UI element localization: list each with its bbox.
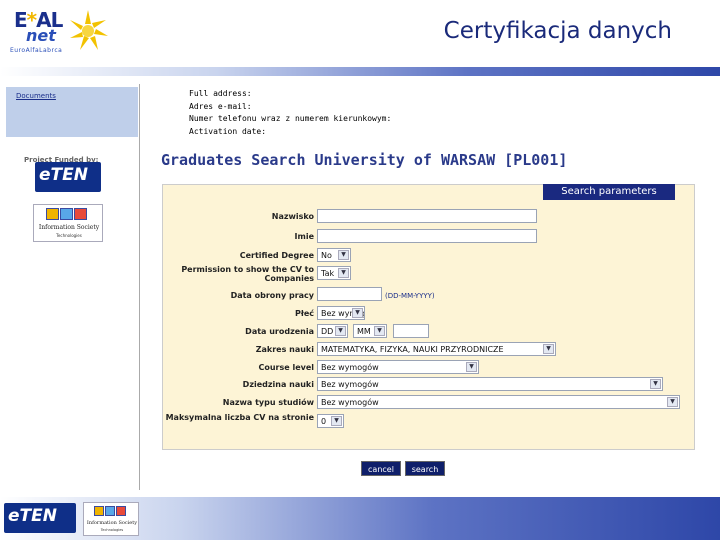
birth-month-select[interactable]: MM ▼ xyxy=(353,324,387,338)
birth-year-input[interactable] xyxy=(393,324,429,338)
sidebar-nav-panel: Documents xyxy=(6,87,138,137)
search-button[interactable]: search xyxy=(405,461,445,476)
column-divider xyxy=(139,84,140,490)
logo-subtitle: EuroAlfaLabrca xyxy=(10,47,63,54)
permission-select[interactable]: Tak ▼ xyxy=(317,266,351,280)
chevron-down-icon: ▼ xyxy=(352,308,363,318)
plec-select[interactable]: Bez wymogów▼ xyxy=(317,306,365,320)
chevron-down-icon: ▼ xyxy=(374,326,385,336)
chevron-down-icon: ▼ xyxy=(667,397,678,407)
activation-date-label: Activation date: xyxy=(189,126,267,136)
results-heading: Graduates Search University of WARSAW [P… xyxy=(161,151,568,169)
information-society-logo: Information Society Technologies xyxy=(33,204,103,242)
chevron-down-icon: ▼ xyxy=(543,344,554,354)
chevron-down-icon: ▼ xyxy=(338,268,349,278)
eten-logo: eTEN xyxy=(35,162,101,192)
chevron-down-icon: ▼ xyxy=(466,362,477,372)
course-level-label: Course level xyxy=(258,363,314,372)
footer-eten-logo: eTEN xyxy=(4,503,76,533)
imie-input[interactable] xyxy=(317,229,537,243)
max-cv-label: Maksymalna liczba CV na stronie xyxy=(165,413,314,422)
logo-net-text: net xyxy=(26,26,56,45)
footer-information-society-logo: Information Society Technologies xyxy=(83,502,139,536)
imie-label: Imie xyxy=(294,232,314,241)
zakres-select[interactable]: MATEMATYKA, FIZYKA, NAUKI PRZYRODNICZE ▼ xyxy=(317,342,556,356)
degree-select[interactable]: No ▼ xyxy=(317,248,351,262)
zakres-label: Zakres nauki xyxy=(255,345,314,354)
chevron-down-icon: ▼ xyxy=(650,379,661,389)
isoc-icons xyxy=(46,208,87,220)
plec-label: Płeć xyxy=(295,309,314,318)
email-label: Adres e-mail: xyxy=(189,101,252,111)
chevron-down-icon: ▼ xyxy=(338,250,349,260)
slide-title: Certyfikacja danych xyxy=(443,18,672,44)
data-urodzenia-label: Data urodzenia xyxy=(245,327,314,336)
degree-label: Certified Degree xyxy=(239,251,314,260)
chevron-down-icon: ▼ xyxy=(331,416,342,426)
dziedzina-select[interactable]: Bez wymogów ▼ xyxy=(317,377,663,391)
dziedzina-label: Dziedzina nauki xyxy=(242,380,314,389)
typ-studiow-select[interactable]: Bez wymogów ▼ xyxy=(317,395,680,409)
full-address-label: Full address: xyxy=(189,89,252,98)
data-obrony-label: Data obrony pracy xyxy=(230,291,314,300)
permission-label: Permission to show the CV to Companies xyxy=(181,265,314,283)
max-cv-select[interactable]: 0 ▼ xyxy=(317,414,344,428)
left-sidebar: Documents Project Funded by: xyxy=(0,84,140,490)
search-parameters-header: Search parameters xyxy=(543,184,675,200)
cancel-button[interactable]: cancel xyxy=(361,461,401,476)
nazwisko-input[interactable] xyxy=(317,209,537,223)
date-format-hint: (DD-MM-YYYY) xyxy=(385,292,435,300)
chevron-down-icon: ▼ xyxy=(335,326,346,336)
nazwisko-label: Nazwisko xyxy=(271,212,314,221)
phone-label: Numer telefonu wraz z numerem kierunkowy… xyxy=(189,114,392,123)
euroalfa-logo: E*AL net EuroAlfaLabrca xyxy=(6,6,114,58)
isoc-icons xyxy=(94,506,126,516)
header-gradient-bar xyxy=(0,67,720,76)
course-level-select[interactable]: Bez wymogów ▼ xyxy=(317,360,479,374)
sun-icon xyxy=(70,10,108,50)
data-obrony-input[interactable] xyxy=(317,287,382,301)
documents-link[interactable]: Documents xyxy=(16,92,56,100)
typ-studiow-label: Nazwa typu studiów xyxy=(222,398,314,407)
birth-day-select[interactable]: DD ▼ xyxy=(317,324,348,338)
user-info-block: Full address: Adres e-mail: Numer telefo… xyxy=(189,88,391,138)
